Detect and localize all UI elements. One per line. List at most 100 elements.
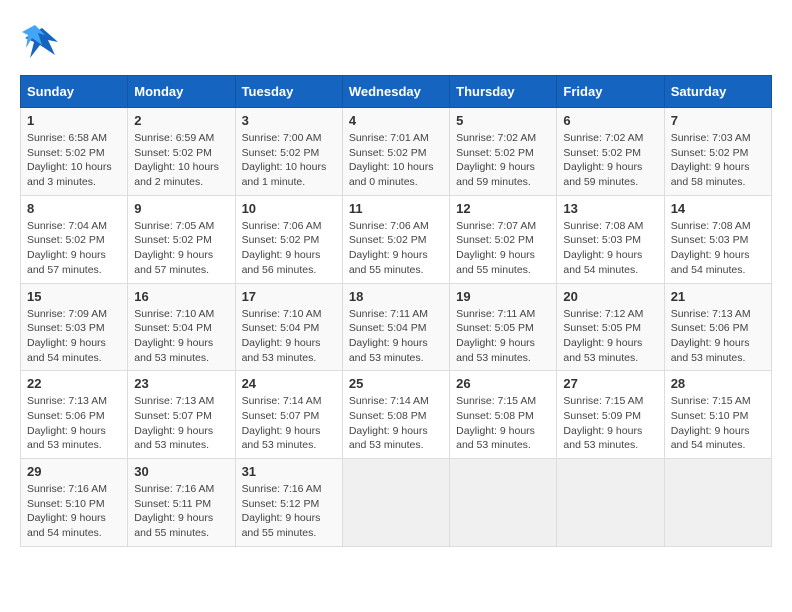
day-header-friday: Friday <box>557 76 664 108</box>
day-info: Sunrise: 7:03 AMSunset: 5:02 PMDaylight:… <box>671 131 765 190</box>
day-number: 1 <box>27 113 121 128</box>
day-number: 2 <box>134 113 228 128</box>
calendar-table: SundayMondayTuesdayWednesdayThursdayFrid… <box>20 75 772 547</box>
calendar-cell: 20 Sunrise: 7:12 AMSunset: 5:05 PMDayligh… <box>557 283 664 371</box>
calendar-cell <box>664 459 771 547</box>
day-info: Sunrise: 7:13 AMSunset: 5:06 PMDaylight:… <box>671 307 765 366</box>
calendar-week-3: 15 Sunrise: 7:09 AMSunset: 5:03 PMDayligh… <box>21 283 772 371</box>
calendar-week-2: 8Sunrise: 7:04 AMSunset: 5:02 PMDaylight… <box>21 195 772 283</box>
day-info: Sunrise: 7:09 AMSunset: 5:03 PMDaylight:… <box>27 307 121 366</box>
calendar-week-5: 29 Sunrise: 7:16 AMSunset: 5:10 PMDayligh… <box>21 459 772 547</box>
day-number: 14 <box>671 201 765 216</box>
page-header <box>20 20 772 65</box>
day-info: Sunrise: 7:10 AMSunset: 5:04 PMDaylight:… <box>134 307 228 366</box>
calendar-cell: 30 Sunrise: 7:16 AMSunset: 5:11 PMDayligh… <box>128 459 235 547</box>
day-header-sunday: Sunday <box>21 76 128 108</box>
day-info: Sunrise: 7:00 AMSunset: 5:02 PMDaylight:… <box>242 131 336 190</box>
day-info: Sunrise: 7:16 AMSunset: 5:10 PMDaylight:… <box>27 482 121 541</box>
day-info: Sunrise: 7:15 AMSunset: 5:09 PMDaylight:… <box>563 394 657 453</box>
day-headers-row: SundayMondayTuesdayWednesdayThursdayFrid… <box>21 76 772 108</box>
logo <box>20 20 65 65</box>
day-info: Sunrise: 7:14 AMSunset: 5:07 PMDaylight:… <box>242 394 336 453</box>
day-info: Sunrise: 7:11 AMSunset: 5:05 PMDaylight:… <box>456 307 550 366</box>
day-info: Sunrise: 7:10 AMSunset: 5:04 PMDaylight:… <box>242 307 336 366</box>
calendar-cell: 19Sunrise: 7:11 AMSunset: 5:05 PMDayligh… <box>450 283 557 371</box>
day-info: Sunrise: 7:14 AMSunset: 5:08 PMDaylight:… <box>349 394 443 453</box>
day-info: Sunrise: 7:02 AMSunset: 5:02 PMDaylight:… <box>563 131 657 190</box>
calendar-cell: 24 Sunrise: 7:14 AMSunset: 5:07 PMDayligh… <box>235 371 342 459</box>
day-number: 26 <box>456 376 550 391</box>
calendar-cell: 29 Sunrise: 7:16 AMSunset: 5:10 PMDayligh… <box>21 459 128 547</box>
calendar-cell: 11 Sunrise: 7:06 AMSunset: 5:02 PMDayligh… <box>342 195 449 283</box>
day-number: 3 <box>242 113 336 128</box>
day-number: 30 <box>134 464 228 479</box>
day-number: 29 <box>27 464 121 479</box>
calendar-cell: 14 Sunrise: 7:08 AMSunset: 5:03 PMDayligh… <box>664 195 771 283</box>
calendar-cell: 12 Sunrise: 7:07 AMSunset: 5:02 PMDayligh… <box>450 195 557 283</box>
day-number: 20 <box>563 289 657 304</box>
day-number: 24 <box>242 376 336 391</box>
day-info: Sunrise: 7:04 AMSunset: 5:02 PMDaylight:… <box>27 219 121 278</box>
calendar-cell: 3 Sunrise: 7:00 AMSunset: 5:02 PMDaylight… <box>235 108 342 196</box>
day-info: Sunrise: 7:16 AMSunset: 5:12 PMDaylight:… <box>242 482 336 541</box>
day-number: 6 <box>563 113 657 128</box>
calendar-cell: 10Sunrise: 7:06 AMSunset: 5:02 PMDayligh… <box>235 195 342 283</box>
day-info: Sunrise: 7:06 AMSunset: 5:02 PMDaylight:… <box>349 219 443 278</box>
calendar-cell <box>450 459 557 547</box>
calendar-cell: 17 Sunrise: 7:10 AMSunset: 5:04 PMDayligh… <box>235 283 342 371</box>
day-number: 9 <box>134 201 228 216</box>
calendar-cell: 21Sunrise: 7:13 AMSunset: 5:06 PMDayligh… <box>664 283 771 371</box>
calendar-week-1: 1 Sunrise: 6:58 AMSunset: 5:02 PMDaylight… <box>21 108 772 196</box>
calendar-cell: 15 Sunrise: 7:09 AMSunset: 5:03 PMDayligh… <box>21 283 128 371</box>
day-info: Sunrise: 6:59 AMSunset: 5:02 PMDaylight:… <box>134 131 228 190</box>
day-info: Sunrise: 7:11 AMSunset: 5:04 PMDaylight:… <box>349 307 443 366</box>
day-number: 15 <box>27 289 121 304</box>
day-number: 4 <box>349 113 443 128</box>
calendar-cell: 26 Sunrise: 7:15 AMSunset: 5:08 PMDayligh… <box>450 371 557 459</box>
calendar-cell <box>342 459 449 547</box>
day-info: Sunrise: 7:12 AMSunset: 5:05 PMDaylight:… <box>563 307 657 366</box>
calendar-cell: 13Sunrise: 7:08 AMSunset: 5:03 PMDayligh… <box>557 195 664 283</box>
calendar-cell: 4Sunrise: 7:01 AMSunset: 5:02 PMDaylight… <box>342 108 449 196</box>
day-info: Sunrise: 7:15 AMSunset: 5:08 PMDaylight:… <box>456 394 550 453</box>
calendar-cell: 27 Sunrise: 7:15 AMSunset: 5:09 PMDayligh… <box>557 371 664 459</box>
day-info: Sunrise: 7:13 AMSunset: 5:06 PMDaylight:… <box>27 394 121 453</box>
day-number: 28 <box>671 376 765 391</box>
day-header-saturday: Saturday <box>664 76 771 108</box>
calendar-cell: 31 Sunrise: 7:16 AMSunset: 5:12 PMDayligh… <box>235 459 342 547</box>
calendar-cell: 18Sunrise: 7:11 AMSunset: 5:04 PMDayligh… <box>342 283 449 371</box>
day-info: Sunrise: 7:16 AMSunset: 5:11 PMDaylight:… <box>134 482 228 541</box>
calendar-cell: 1 Sunrise: 6:58 AMSunset: 5:02 PMDaylight… <box>21 108 128 196</box>
day-info: Sunrise: 7:05 AMSunset: 5:02 PMDaylight:… <box>134 219 228 278</box>
calendar-cell: 6 Sunrise: 7:02 AMSunset: 5:02 PMDaylight… <box>557 108 664 196</box>
day-number: 31 <box>242 464 336 479</box>
day-number: 11 <box>349 201 443 216</box>
day-header-monday: Monday <box>128 76 235 108</box>
day-info: Sunrise: 7:13 AMSunset: 5:07 PMDaylight:… <box>134 394 228 453</box>
day-info: Sunrise: 6:58 AMSunset: 5:02 PMDaylight:… <box>27 131 121 190</box>
day-header-wednesday: Wednesday <box>342 76 449 108</box>
day-info: Sunrise: 7:07 AMSunset: 5:02 PMDaylight:… <box>456 219 550 278</box>
calendar-week-4: 22 Sunrise: 7:13 AMSunset: 5:06 PMDayligh… <box>21 371 772 459</box>
day-info: Sunrise: 7:08 AMSunset: 5:03 PMDaylight:… <box>671 219 765 278</box>
day-number: 27 <box>563 376 657 391</box>
logo-icon <box>20 20 65 65</box>
calendar-cell: 9 Sunrise: 7:05 AMSunset: 5:02 PMDaylight… <box>128 195 235 283</box>
calendar-cell: 16Sunrise: 7:10 AMSunset: 5:04 PMDayligh… <box>128 283 235 371</box>
day-number: 22 <box>27 376 121 391</box>
day-number: 12 <box>456 201 550 216</box>
calendar-cell <box>557 459 664 547</box>
calendar-cell: 23 Sunrise: 7:13 AMSunset: 5:07 PMDayligh… <box>128 371 235 459</box>
day-number: 23 <box>134 376 228 391</box>
calendar-cell: 25 Sunrise: 7:14 AMSunset: 5:08 PMDayligh… <box>342 371 449 459</box>
day-number: 7 <box>671 113 765 128</box>
day-info: Sunrise: 7:15 AMSunset: 5:10 PMDaylight:… <box>671 394 765 453</box>
day-number: 25 <box>349 376 443 391</box>
calendar-cell: 5Sunrise: 7:02 AMSunset: 5:02 PMDaylight… <box>450 108 557 196</box>
calendar-cell: 22 Sunrise: 7:13 AMSunset: 5:06 PMDayligh… <box>21 371 128 459</box>
day-number: 17 <box>242 289 336 304</box>
calendar-body: 1 Sunrise: 6:58 AMSunset: 5:02 PMDaylight… <box>21 108 772 547</box>
calendar-header: SundayMondayTuesdayWednesdayThursdayFrid… <box>21 76 772 108</box>
day-number: 5 <box>456 113 550 128</box>
calendar-cell: 7 Sunrise: 7:03 AMSunset: 5:02 PMDaylight… <box>664 108 771 196</box>
